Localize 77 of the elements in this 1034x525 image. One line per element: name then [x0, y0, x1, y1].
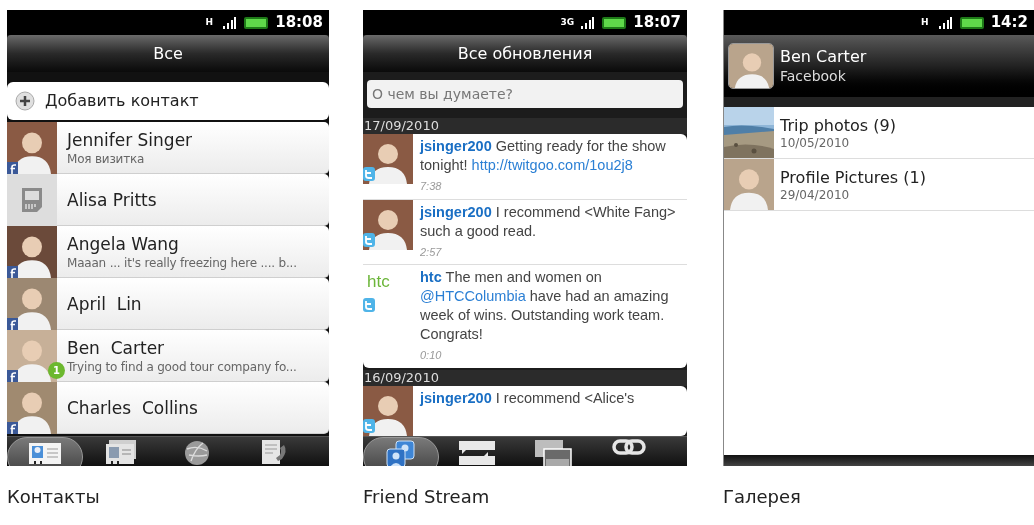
logo-text: htc: [366, 271, 391, 291]
post-row[interactable]: htc htc The men and women on @HTCColumbia have had an amazing week of wins. Outstanding work team. Congrats! 0:10: [363, 265, 687, 368]
album-date: 10/05/2010: [780, 135, 851, 151]
post-row[interactable]: jsinger200 Getting ready for the show tonight! http://twitgoo.com/1ou2j8 7:38: [363, 134, 687, 200]
tab[interactable]: [363, 437, 439, 466]
contact-cards-icon: [104, 438, 138, 465]
screen-title: Все обновления: [457, 42, 593, 65]
caption: Контакты: [7, 485, 101, 509]
album-title: Profile Pictures (1): [780, 166, 926, 188]
avatar-icon: [7, 122, 57, 174]
album-row[interactable]: Trip photos (9) 10/05/2010: [724, 107, 1034, 159]
contact-name: Charles Collins: [67, 396, 198, 419]
avatar-icon: [7, 226, 57, 278]
battery-icon: [959, 16, 984, 29]
post-time: 2:57: [420, 244, 443, 260]
status-input-field[interactable]: О чем вы думаете?: [367, 80, 683, 108]
contact-row[interactable]: April Lin: [7, 278, 329, 330]
contact-name: Jennifer Singer: [67, 128, 193, 151]
network-indicator: H: [919, 18, 930, 27]
post-text: jsinger200 I recommend <Alice's: [420, 388, 635, 408]
post-text: jsinger200 Getting ready for the show tonight! http://twitgoo.com/1ou2j8: [420, 137, 667, 175]
contact-row[interactable]: Alisa Pritts: [7, 174, 329, 226]
link-icon: [612, 438, 646, 455]
notification-badge: 1: [48, 362, 65, 379]
contact-row[interactable]: Charles Collins: [7, 382, 329, 434]
post-time: 7:38: [420, 179, 443, 194]
clock-time: 14:2: [990, 12, 1028, 34]
album-date: 29/04/2010: [780, 187, 851, 203]
clock-time: 18:07: [633, 12, 681, 34]
post-time: 0:10: [420, 348, 443, 363]
screen-title: Все: [153, 42, 183, 65]
contact-status: Trying to find a good tour company fo...: [67, 358, 297, 375]
plus-icon: [15, 91, 35, 111]
avatar-icon: [7, 382, 57, 434]
profile-name: Ben Carter: [780, 47, 867, 67]
network-indicator: 3G: [560, 18, 575, 27]
contact-row[interactable]: 1 Ben Carter Trying to find a good tour company fo...: [7, 330, 329, 382]
post-text: jsinger200 I recommend <White Fang> such a good read.: [420, 202, 677, 241]
link[interactable]: @HTCColumbia: [420, 288, 526, 304]
contact-status: Моя визитка: [67, 150, 146, 167]
bird-badge-icon: [363, 167, 375, 181]
caption: Галерея: [723, 485, 802, 509]
date-header: 16/09/2010: [363, 369, 687, 386]
post-text: htc The men and women on @HTCColumbia have had an amazing week of wins. Outstanding work team. Congrats!: [420, 268, 670, 344]
avatar-icon: [724, 159, 774, 210]
contact-row[interactable]: Jennifer Singer Моя визитка: [7, 122, 329, 174]
globe-icon: [183, 438, 211, 465]
signal-icon: [223, 16, 238, 29]
network-indicator: H: [204, 18, 214, 27]
tab[interactable]: [7, 437, 83, 466]
account-name: Facebook: [780, 67, 847, 85]
people-icon: [384, 439, 418, 466]
signal-icon: [581, 16, 596, 29]
post-row[interactable]: jsinger200 I recommend <Alice's: [363, 385, 687, 436]
battery-icon: [244, 16, 269, 29]
sim-card-icon: [21, 187, 43, 213]
message-list-icon: [458, 438, 496, 466]
contact-name: Angela Wang: [67, 232, 180, 255]
video-photo-icon: [534, 438, 572, 466]
avatar-icon: [363, 134, 413, 184]
avatar-icon: [7, 278, 57, 330]
link[interactable]: http://twitgoo.com/1ou2j8: [471, 157, 633, 173]
caption: Friend Stream: [363, 485, 491, 509]
avatar-icon: [729, 44, 773, 88]
clock-time: 18:08: [275, 12, 323, 34]
contact-name: Ben Carter: [67, 336, 166, 359]
post-row[interactable]: jsinger200 I recommend <White Fang> such a good read. 2:57: [363, 199, 687, 265]
album-title: Trip photos (9): [780, 114, 896, 136]
signal-icon: [938, 16, 953, 29]
album-row[interactable]: Profile Pictures (1) 29/04/2010: [724, 159, 1034, 211]
contact-status: Maaan ... it's really freezing here .... b...: [67, 254, 297, 271]
contact-name: April Lin: [67, 292, 142, 315]
battery-icon: [602, 16, 627, 29]
contact-row[interactable]: Angela Wang Maaan ... it's really freezing here .... b...: [7, 226, 329, 278]
date-header: 17/09/2010: [363, 118, 687, 134]
contact-name: Alisa Pritts: [67, 188, 157, 211]
add-contact-button[interactable]: Добавить контакт: [7, 82, 329, 120]
